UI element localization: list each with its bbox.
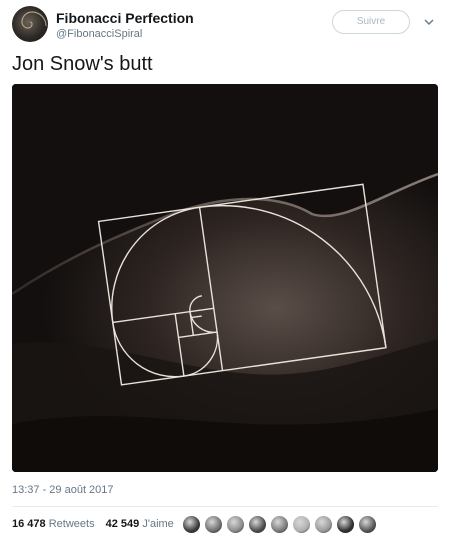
liker-avatar-2[interactable] — [204, 515, 223, 534]
liker-avatar-6[interactable] — [292, 515, 311, 534]
liker-avatar-3[interactable] — [226, 515, 245, 534]
retweets-label: Retweets — [48, 518, 95, 530]
author-avatar[interactable] — [12, 6, 48, 42]
liker-avatar-9[interactable] — [358, 515, 377, 534]
liker-avatar-5[interactable] — [270, 515, 289, 534]
tweet-text: Jon Snow's butt — [12, 53, 153, 75]
tweet-stats: 16 478 Retweets 42 549 J'aime — [12, 518, 182, 530]
chevron-down-icon[interactable] — [424, 17, 434, 27]
likes-count: 42 549 — [105, 518, 140, 530]
retweets-stat[interactable]: 16 478 Retweets — [12, 518, 98, 530]
author-display-name[interactable]: Fibonacci Perfection — [56, 10, 194, 26]
follow-button[interactable]: Suivre — [332, 10, 410, 34]
divider — [12, 506, 438, 507]
tweet-timestamp[interactable]: 13:37 - 29 août 2017 — [12, 484, 114, 496]
likes-label: J'aime — [142, 518, 174, 530]
liker-avatar-4[interactable] — [248, 515, 267, 534]
retweets-count: 16 478 — [12, 518, 46, 530]
liker-avatar-8[interactable] — [336, 515, 355, 534]
tweet-header: Fibonacci Perfection @FibonacciSpiral Su… — [12, 6, 438, 44]
author-handle[interactable]: @FibonacciSpiral — [56, 28, 142, 40]
liker-avatar-7[interactable] — [314, 515, 333, 534]
liker-avatar-1[interactable] — [182, 515, 201, 534]
likes-stat[interactable]: 42 549 J'aime — [106, 518, 174, 530]
tweet-media-image[interactable] — [12, 84, 438, 472]
